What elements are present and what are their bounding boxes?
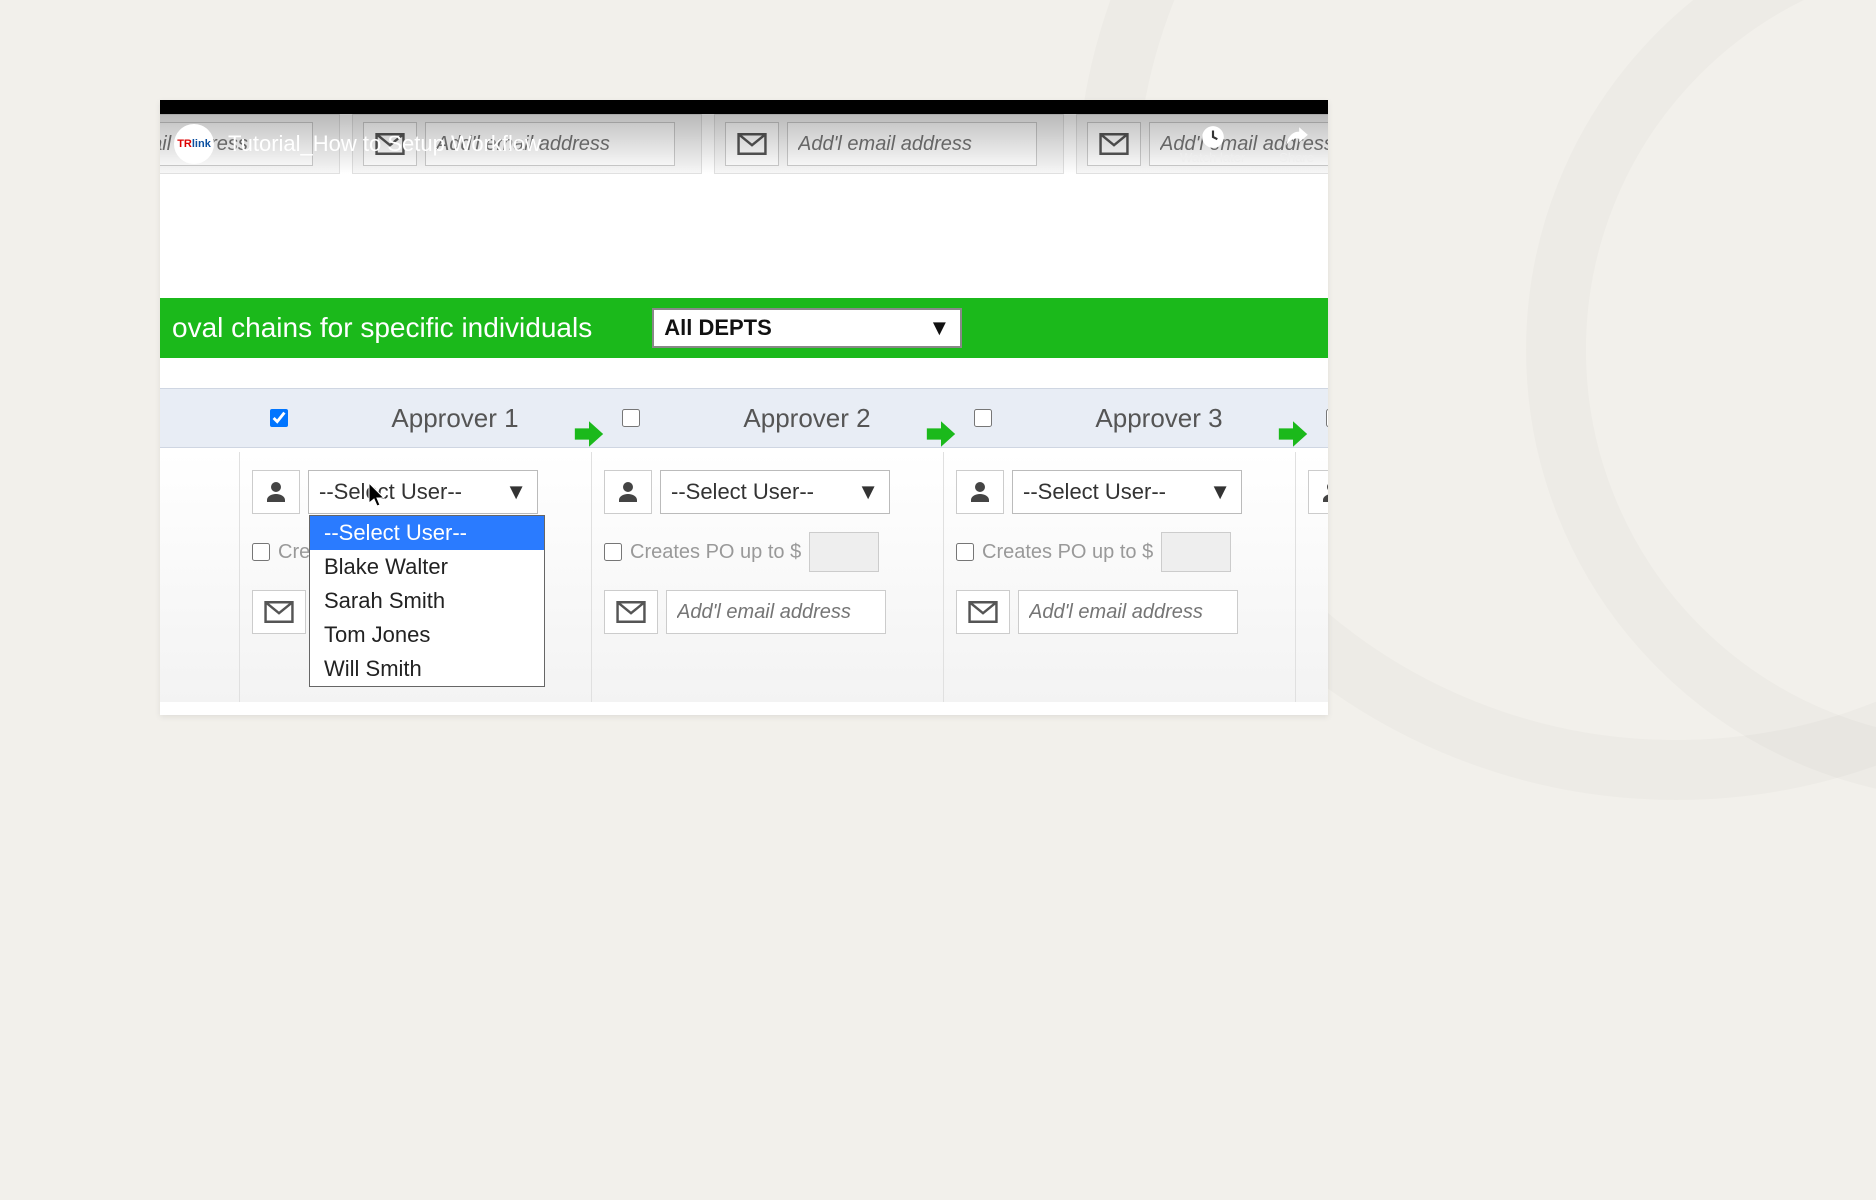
watch-later-label: Watch later [1180,150,1245,165]
app-screenshot-content: oval chains for specific individuals All… [160,114,1328,715]
approver-1-header: Approver 1 [240,403,592,434]
dropdown-option[interactable]: Tom Jones [310,618,544,652]
envelope-icon [956,590,1010,634]
approver-1-checkbox[interactable] [270,409,288,427]
share-label: Share [1279,150,1314,165]
banner-text: oval chains for specific individuals [172,312,592,344]
person-icon [1308,470,1328,514]
approver-3-header: Approver 3 [944,403,1296,434]
approver-1-label: Approver 1 [318,403,592,434]
clock-icon [1200,124,1226,150]
channel-avatar[interactable]: TRlink [174,124,214,164]
approver-3-checkbox[interactable] [974,409,992,427]
approver-2-body: --Select User-- ▼ Creates PO up to $ [592,452,944,702]
select-user-value: --Select User-- [671,479,814,505]
po-checkbox[interactable] [252,543,270,561]
approver-3-body: --Select User-- ▼ Creates PO up to $ [944,452,1296,702]
select-user-dropdown[interactable]: --Select User-- ▼ [1012,470,1242,514]
select-user-value: --Select User-- [319,479,462,505]
dropdown-option[interactable]: Sarah Smith [310,584,544,618]
dept-select-value: All DEPTS [664,315,772,341]
approval-chains-banner: oval chains for specific individuals All… [160,298,1328,358]
dropdown-option[interactable]: Will Smith [310,652,544,686]
approver-4-header-partial [1296,409,1328,427]
po-checkbox[interactable] [604,543,622,561]
envelope-icon [252,590,306,634]
po-amount-input[interactable] [1161,532,1231,572]
watch-later-button[interactable]: Watch later [1180,124,1245,165]
share-icon [1284,124,1310,150]
po-row: Creates PO up to $ [604,532,931,572]
select-user-value: --Select User-- [1023,479,1166,505]
approver-body-row: ▼ Cre --Select User-- ▼ [160,452,1328,702]
addl-email-row [956,590,1283,634]
po-row: Creates PO up to $ [956,532,1283,572]
approver-2-header: Approver 2 [592,403,944,434]
approver-2-label: Approver 2 [670,403,944,434]
approver-3-label: Approver 3 [1022,403,1296,434]
dropdown-option[interactable]: Blake Walter [310,550,544,584]
po-amount-input[interactable] [809,532,879,572]
select-user-dropdown[interactable]: --Select User-- ▼ [660,470,890,514]
person-icon [956,470,1004,514]
person-icon [604,470,652,514]
dept-select[interactable]: All DEPTS ▼ [652,308,962,348]
addl-email-input[interactable] [1018,590,1238,634]
chevron-down-icon: ▼ [928,315,950,341]
select-user-dropdown[interactable]: --Select User-- ▼ --Select User-- Blake … [308,470,538,514]
addl-email-row [604,590,931,634]
video-title[interactable]: Tutorial_How to Setup Workflow [228,131,541,157]
person-icon [252,470,300,514]
approver-4-checkbox[interactable] [1326,409,1328,427]
approver-header-row: Approver 1 Approver 2 Approver 3 [160,388,1328,448]
youtube-overlay: TRlink Tutorial_How to Setup Workflow Wa… [160,114,1328,174]
mouse-cursor-icon [367,482,389,516]
envelope-icon [604,590,658,634]
chevron-down-icon: ▼ [505,479,527,505]
addl-email-input[interactable] [666,590,886,634]
approver-1-body: --Select User-- ▼ --Select User-- Blake … [240,452,592,702]
chevron-down-icon: ▼ [1209,479,1231,505]
dropdown-option[interactable]: --Select User-- [310,516,544,550]
user-dropdown-list[interactable]: --Select User-- Blake Walter Sarah Smith… [309,515,545,687]
approver-col-spacer: ▼ Cre [160,452,240,702]
po-label: Creates PO up to $ [630,541,801,564]
share-button[interactable]: Share [1279,124,1314,165]
approver-2-checkbox[interactable] [622,409,640,427]
video-top-black-bar [160,100,1328,114]
po-label: Creates PO up to $ [982,541,1153,564]
chevron-down-icon: ▼ [857,479,879,505]
video-player-frame: oval chains for specific individuals All… [160,100,1328,715]
po-checkbox[interactable] [956,543,974,561]
approver-4-body-partial [1296,452,1328,702]
